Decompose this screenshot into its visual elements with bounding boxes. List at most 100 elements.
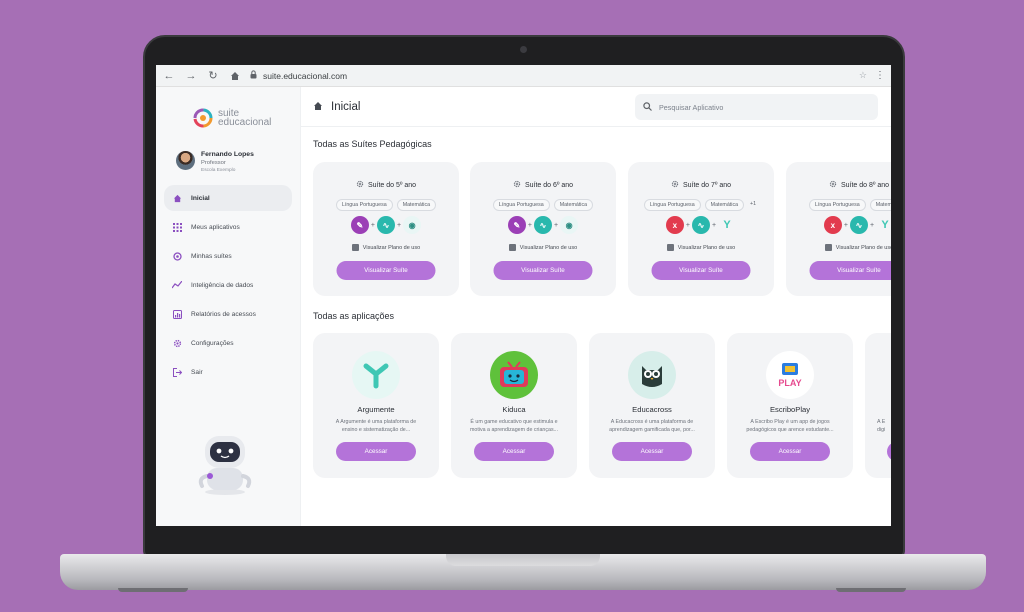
suite-gear-icon xyxy=(829,180,837,190)
app-name: Argumente xyxy=(357,405,395,414)
apps-section-title: Todas as aplicações xyxy=(313,311,395,321)
suites-section-title: Todas as Suítes Pedagógicas xyxy=(313,139,432,149)
app-card[interactable]: PLAY EscriboPlay A Escribo Play é um app… xyxy=(727,333,853,478)
user-profile[interactable]: Fernando Lopes Professor Escola Exemplo xyxy=(156,131,300,173)
app-description-line: pedagógicos que arence estudante... xyxy=(746,426,834,433)
app-logo-owl-icon: ◉ xyxy=(560,216,579,234)
suite-gear-icon xyxy=(671,180,679,190)
app-description-line: A E xyxy=(877,419,886,425)
access-button[interactable]: Acessar xyxy=(750,442,830,461)
bookmark-star-icon[interactable]: ☆ xyxy=(859,70,867,81)
suite-card-title: Suíte do 5º ano xyxy=(313,180,459,190)
app-logo-teal-icon: ∿ xyxy=(534,216,552,234)
view-plan-link[interactable]: Visualizar Plano de uso xyxy=(628,244,774,251)
sidebar-item-configuracoes[interactable]: Configurações xyxy=(164,330,292,356)
svg-text:PLAY: PLAY xyxy=(778,378,801,388)
chart-line-icon xyxy=(172,280,182,290)
view-plan-label: Visualizar Plano de uso xyxy=(835,244,891,251)
reload-icon[interactable]: ↻ xyxy=(206,69,220,83)
app-logo-teal-icon: ∿ xyxy=(377,216,395,234)
app-card[interactable]: Argumente A Argumente é uma plataforma d… xyxy=(313,333,439,478)
laptop-notch xyxy=(446,554,600,566)
subject-tag: Matemática xyxy=(704,199,745,211)
logout-icon xyxy=(172,367,182,377)
logo[interactable]: suite educacional xyxy=(156,87,300,131)
suite-card-title: Suíte do 6º ano xyxy=(470,180,616,190)
app-logo-red-icon: x xyxy=(823,216,842,234)
robot-mascot xyxy=(198,436,252,495)
subject-tag: Língua Portuguesa xyxy=(492,199,550,211)
back-icon[interactable]: ← xyxy=(162,69,176,83)
app-description: É um game educativo que estimula e motiva… xyxy=(459,419,569,434)
suite-card[interactable]: Suíte do 6º ano Língua Portuguesa Matemát… xyxy=(470,162,616,296)
access-button[interactable] xyxy=(887,442,891,461)
argumente-logo-icon xyxy=(352,351,400,399)
browser-menu-icon[interactable]: ⋮ xyxy=(875,70,885,81)
suite-card[interactable]: Suíte do 5º ano Língua Portuguesa Matemát… xyxy=(313,162,459,296)
plan-icon xyxy=(824,244,832,251)
view-plan-link[interactable]: Visualizar Plano de uso xyxy=(786,244,891,251)
app-logo-red-icon: x xyxy=(665,216,684,234)
screen: ← → ↻ suite.educacional.com ☆ ⋮ suite ed… xyxy=(156,65,891,526)
subject-tag: Língua Portuguesa xyxy=(643,199,701,211)
plus-icon: + xyxy=(527,221,532,229)
plan-icon xyxy=(508,244,516,251)
search-input[interactable]: Pesquisar Aplicativo xyxy=(635,94,878,120)
sidebar-menu: Inicial Meus aplicativos Minhas suítes I… xyxy=(156,185,300,385)
sidebar-item-meus-aplicativos[interactable]: Meus aplicativos xyxy=(164,214,292,240)
subject-tag: Matemática xyxy=(553,199,594,211)
view-plan-label: Visualizar Plano de uso xyxy=(362,244,421,251)
url-text: suite.educacional.com xyxy=(263,70,348,81)
app-card[interactable]: A Edigi xyxy=(865,333,891,478)
view-plan-label: Visualizar Plano de uso xyxy=(519,244,578,251)
sidebar-item-inicial[interactable]: Inicial xyxy=(164,185,292,211)
home-icon[interactable] xyxy=(228,69,242,83)
sidebar-item-minhas-suites[interactable]: Minhas suítes xyxy=(164,243,292,269)
app-logo-teal-icon: ∿ xyxy=(692,216,710,234)
view-suite-button[interactable]: Visualizar Suíte xyxy=(493,261,593,280)
app-name: Kiduca xyxy=(502,405,526,414)
plus-icon: + xyxy=(712,221,717,229)
forward-icon[interactable]: → xyxy=(184,69,198,83)
home-icon xyxy=(172,193,182,203)
subject-tag: Matemática xyxy=(396,199,437,211)
app-card[interactable]: Educacross A Educacross é uma plataforma… xyxy=(589,333,715,478)
sidebar-item-relatorios[interactable]: Relatórios de acessos xyxy=(164,301,292,327)
app-logo-argumente-icon: Y xyxy=(881,219,889,231)
sidebar-item-label: Configurações xyxy=(191,339,234,347)
logo-mark-icon xyxy=(193,108,213,128)
home-icon xyxy=(313,98,323,116)
browser-toolbar: ← → ↻ suite.educacional.com ☆ ⋮ xyxy=(156,65,891,87)
suite-title-text: Suíte do 5º ano xyxy=(367,181,417,189)
plus-icon: + xyxy=(397,221,402,229)
logo-text: suite educacional xyxy=(218,109,271,128)
sidebar-item-label: Relatórios de acessos xyxy=(191,310,256,318)
sidebar-item-inteligencia[interactable]: Inteligência de dados xyxy=(164,272,292,298)
more-tags-count[interactable]: +1 xyxy=(748,199,758,211)
report-icon xyxy=(172,309,182,319)
view-plan-link[interactable]: Visualizar Plano de uso xyxy=(313,244,459,251)
app-logo-purple-icon: ✎ xyxy=(507,216,526,234)
access-button[interactable]: Acessar xyxy=(474,442,554,461)
sidebar: suite educacional Fernando Lopes Profess… xyxy=(156,87,301,526)
plus-icon: + xyxy=(685,221,690,229)
gear-icon xyxy=(172,338,182,348)
address-bar[interactable]: suite.educacional.com xyxy=(250,68,851,84)
suite-tags: Língua PortuguesaMatemática xyxy=(313,199,459,211)
access-button[interactable]: Acessar xyxy=(612,442,692,461)
suite-card[interactable]: Suíte do 7º ano Língua Portuguesa Matemát… xyxy=(628,162,774,296)
access-button[interactable]: Acessar xyxy=(336,442,416,461)
view-suite-button[interactable]: Visualizar Suíte xyxy=(651,261,751,280)
sidebar-item-sair[interactable]: Sair xyxy=(164,359,292,385)
app-description-line: A Argumente é uma plataforma de xyxy=(335,419,417,425)
suite-card[interactable]: Suíte do 8º ano Língua PortuguesaMatemát… xyxy=(786,162,891,296)
user-school: Escola Exemplo xyxy=(201,168,236,173)
plan-icon xyxy=(351,244,359,251)
view-suite-button[interactable]: Visualizar Suíte xyxy=(336,261,436,280)
suite-tags: Língua Portuguesa Matemática +1 xyxy=(628,199,774,211)
view-plan-link[interactable]: Visualizar Plano de uso xyxy=(470,244,616,251)
view-suite-button[interactable]: Visualizar Suíte xyxy=(809,261,891,280)
app-card[interactable]: Kiduca É um game educativo que estimula … xyxy=(451,333,577,478)
avatar xyxy=(176,151,195,170)
app-description: A Argumente é uma plataforma de ensino e … xyxy=(321,419,431,434)
